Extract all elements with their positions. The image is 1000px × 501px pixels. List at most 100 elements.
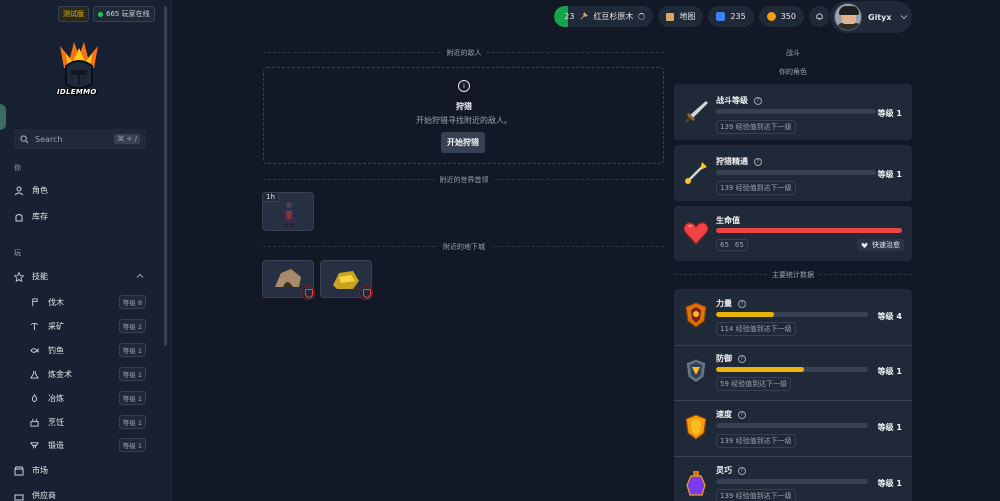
speed-shield-icon — [685, 414, 707, 440]
pot-icon — [30, 418, 39, 427]
speed-xp-bar — [716, 423, 868, 428]
nearby-bosses-heading: 附近的世界首领 — [434, 175, 494, 185]
dungeon-locked-shield-icon — [301, 286, 315, 300]
bag-icon — [15, 213, 23, 221]
dungeon-gold-icon — [333, 271, 359, 289]
skill-label: 冶炼 — [48, 393, 64, 403]
combat-xp-text: 139 经验值到达下一级 — [716, 120, 796, 134]
dexterity-xp-text: 139 经验值到达下一级 — [716, 489, 796, 501]
skill-mining[interactable]: 采矿 等级 2 — [30, 319, 146, 333]
nav-inventory[interactable]: 库存 — [14, 211, 48, 222]
chevron-up-icon[interactable] — [136, 272, 144, 280]
help-icon[interactable]: ? — [738, 410, 746, 419]
loading-spinner-icon — [638, 13, 646, 20]
sidebar-collapse-handle[interactable] — [0, 104, 6, 130]
skill-fishing[interactable]: 钓鱼 等级 1 — [30, 343, 146, 357]
axe-icon — [32, 297, 38, 306]
health-card: 生命值 65 65 快速治愈 — [674, 206, 912, 261]
skill-level-badge: 等级 1 — [118, 367, 146, 381]
gold-value: 350 — [780, 12, 796, 21]
defense-level: 等级 1 — [877, 367, 902, 376]
skill-level-badge: 等级 2 — [118, 319, 146, 333]
gold-coin-icon — [766, 12, 776, 21]
skill-smelting[interactable]: 冶炼 等级 1 — [30, 391, 146, 405]
current-task-pill[interactable]: 23 红豆杉原木 — [554, 6, 654, 27]
avatar — [834, 3, 862, 31]
health-values: 65 65 — [716, 239, 748, 251]
vendor-icon — [14, 494, 24, 500]
skill-label: 伐木 — [48, 297, 64, 307]
dungeon-cave-icon — [275, 269, 301, 287]
skill-cooking[interactable]: 烹饪 等级 1 — [30, 415, 146, 429]
flask-icon — [30, 370, 39, 379]
strength-label: 力量 — [716, 299, 732, 308]
nav-market[interactable]: 市场 — [14, 465, 48, 476]
skill-label: 烹饪 — [48, 417, 64, 427]
main-stats-heading: 主要统计数据 — [767, 270, 819, 280]
spear-icon — [685, 162, 707, 184]
gems-counter[interactable]: 235 — [708, 6, 754, 27]
notifications-button[interactable] — [809, 6, 830, 27]
help-icon[interactable]: ? — [738, 354, 746, 363]
speed-label: 速度 — [716, 410, 732, 419]
strength-xp-bar — [716, 312, 868, 317]
nav-inventory-label: 库存 — [32, 212, 48, 221]
task-count: 23 — [564, 12, 575, 21]
dexterity-label: 灵巧 — [716, 466, 732, 475]
online-count: 665 玩家在线 — [106, 10, 150, 18]
logo-text: IDLEMMO — [57, 88, 97, 96]
search-shortcut: ⌘ + / — [114, 134, 140, 144]
nearby-enemies-heading: 附近的敌人 — [441, 48, 487, 58]
gem-icon — [716, 12, 726, 21]
skill-alchemy[interactable]: 炼金术 等级 1 — [30, 367, 146, 381]
top-bar: 23 红豆杉原木 地图 235 350 — [554, 6, 830, 27]
username: Gityx — [868, 12, 892, 22]
nav-skills-label: 技能 — [32, 272, 48, 281]
speed-level: 等级 1 — [877, 423, 902, 432]
defense-title: 防御 ? — [716, 353, 746, 364]
quick-heal-label: 快速治愈 — [872, 241, 900, 249]
map-label: 地图 — [679, 12, 696, 21]
dungeon-locked-shield-icon — [359, 286, 373, 300]
skill-forging[interactable]: 锻造 等级 1 — [30, 438, 146, 452]
strength-title: 力量 ? — [716, 298, 746, 309]
profile-menu[interactable]: Gityx — [830, 1, 912, 33]
nav-character-label: 角色 — [32, 186, 48, 195]
health-current: 65 — [720, 241, 729, 249]
search-input[interactable]: Search — [35, 135, 108, 144]
hunting-xp-bar — [716, 170, 876, 175]
strength-xp-text: 114 经验值到达下一级 — [716, 322, 796, 336]
combat-heading: 战斗 — [786, 49, 800, 57]
nav-vendor[interactable]: 供应商 — [14, 490, 56, 501]
nearby-dungeons-heading: 附近的地下城 — [438, 242, 490, 252]
skill-woodcutting[interactable]: 伐木 等级 8 — [30, 295, 146, 309]
section-play: 玩 — [14, 249, 21, 257]
help-icon[interactable]: ? — [738, 466, 746, 475]
skill-label: 锻造 — [48, 440, 64, 450]
gold-counter[interactable]: 350 — [758, 6, 804, 27]
search-bar[interactable]: Search ⌘ + / — [14, 129, 146, 149]
health-bar — [716, 228, 902, 233]
help-icon[interactable]: ? — [754, 96, 762, 105]
sidebar-scrollbar[interactable] — [164, 6, 167, 346]
speed-title: 速度 ? — [716, 409, 746, 420]
main-stats-card: 力量 ? 等级 4 114 经验值到达下一级 防御 ? 等级 1 59 经验值到… — [674, 289, 912, 501]
nav-character[interactable]: 角色 — [14, 185, 48, 196]
nav-market-label: 市场 — [32, 466, 48, 475]
dexterity-level: 等级 1 — [877, 479, 902, 488]
start-hunt-button[interactable]: 开始狩猎 — [441, 132, 485, 153]
skill-label: 采矿 — [48, 321, 64, 331]
quick-heal-button[interactable]: 快速治愈 — [857, 239, 904, 251]
hunting-level-value: 等级 1 — [877, 170, 902, 179]
fish-icon — [30, 347, 39, 353]
online-dot-icon — [98, 11, 103, 17]
nav-vendor-label: 供应商 — [32, 491, 56, 500]
anvil-icon — [30, 441, 39, 448]
help-icon[interactable]: ? — [738, 299, 746, 308]
map-button[interactable]: 地图 — [658, 6, 704, 27]
help-icon[interactable]: ? — [754, 157, 762, 166]
nav-skills[interactable]: 技能 — [14, 271, 48, 282]
dexterity-potion-icon — [686, 471, 706, 496]
star-icon — [14, 271, 24, 282]
skill-label: 钓鱼 — [48, 345, 64, 355]
